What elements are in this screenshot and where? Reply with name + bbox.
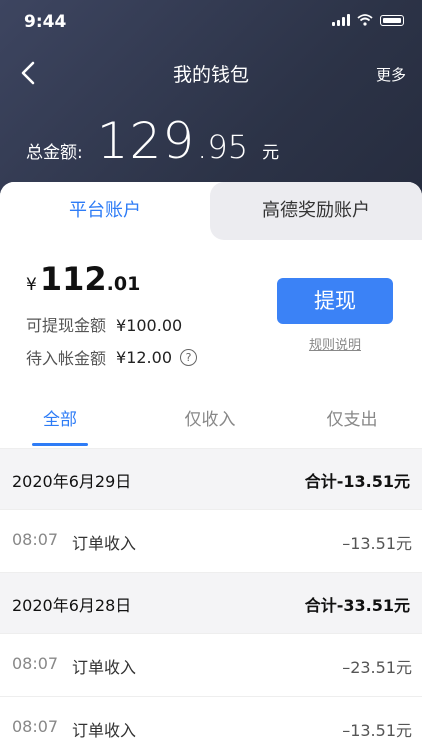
rules-link[interactable]: 规则说明: [277, 334, 393, 353]
more-button[interactable]: 更多: [376, 64, 406, 85]
transaction-filter-tabs: 全部 仅收入 仅支出: [0, 400, 422, 448]
balance-decimal: .01: [106, 273, 141, 295]
transaction-name: 订单收入: [72, 721, 137, 740]
transaction-amount: –13.51元: [342, 534, 412, 553]
filter-tab-all[interactable]: 全部: [0, 400, 120, 448]
account-balance: ¥ 112 .01: [26, 260, 140, 298]
withdrawable-label: 可提现金额: [26, 316, 107, 335]
transaction-name: 订单收入: [72, 658, 137, 677]
total-integer: 129: [96, 112, 196, 170]
account-tabs: 高德奖励账户 平台账户: [0, 182, 422, 240]
status-time: 9:44: [24, 12, 67, 32]
transaction-row[interactable]: 08:07 订单收入 –13.51元: [0, 509, 422, 572]
pending-value: ¥12.00: [116, 347, 172, 367]
total-amount: 总金额: 129 .95 元: [26, 112, 279, 170]
wifi-icon: [357, 14, 373, 26]
balance-integer: 112: [39, 260, 107, 298]
date-group-header: 2020年6月28日 合计-33.51元: [0, 572, 422, 633]
group-date: 2020年6月29日: [12, 472, 132, 491]
tab-platform-account[interactable]: 平台账户: [0, 182, 210, 240]
filter-tab-expense-label: 仅支出: [326, 410, 378, 430]
balance-currency: ¥: [26, 275, 37, 295]
active-tab-indicator: [32, 443, 88, 446]
page-title: 我的钱包: [172, 64, 249, 86]
filter-tab-income-label: 仅收入: [184, 410, 236, 430]
filter-tab-expense[interactable]: 仅支出: [292, 400, 412, 448]
group-date: 2020年6月28日: [12, 596, 132, 615]
total-label: 总金额:: [26, 143, 83, 163]
battery-icon: [380, 14, 404, 26]
pending-label: 待入帐金额: [26, 349, 107, 368]
status-bar: 9:44: [0, 0, 422, 44]
tab-amap-reward-account[interactable]: 高德奖励账户: [210, 182, 422, 240]
signal-icon: [332, 14, 350, 26]
withdrawable-value: ¥100.00: [116, 316, 183, 335]
transaction-list: 2020年6月29日 合计-13.51元 08:07 订单收入 –13.51元 …: [0, 448, 422, 750]
filter-tab-income[interactable]: 仅收入: [150, 400, 270, 448]
help-icon[interactable]: ?: [180, 348, 197, 366]
total-decimal: .95: [197, 128, 249, 166]
group-sum: 合计-13.51元: [304, 472, 410, 491]
transaction-time: 08:07: [12, 654, 59, 673]
withdrawable-amount: 可提现金额 ¥100.00: [26, 312, 182, 336]
pending-amount: 待入帐金额 ¥12.00?: [26, 345, 197, 369]
transaction-row[interactable]: 08:07 订单收入 –23.51元: [0, 633, 422, 696]
date-group-header: 2020年6月29日 合计-13.51元: [0, 448, 422, 509]
wallet-card: 高德奖励账户 平台账户 ¥ 112 .01 可提现金额 ¥100.00 待入帐金额…: [0, 182, 422, 750]
filter-tab-all-label: 全部: [43, 410, 77, 430]
transaction-name: 订单收入: [72, 534, 137, 553]
transaction-time: 08:07: [12, 530, 59, 549]
transaction-amount: –23.51元: [342, 658, 412, 677]
transaction-amount: –13.51元: [342, 721, 412, 740]
total-unit: 元: [262, 143, 280, 163]
group-sum: 合计-33.51元: [304, 596, 410, 615]
withdraw-button[interactable]: 提现: [277, 278, 393, 324]
transaction-time: 08:07: [12, 717, 59, 736]
status-icons: [332, 14, 404, 26]
transaction-row[interactable]: 08:07 订单收入 –13.51元: [0, 696, 422, 750]
nav-bar: 我的钱包 更多: [0, 50, 422, 94]
